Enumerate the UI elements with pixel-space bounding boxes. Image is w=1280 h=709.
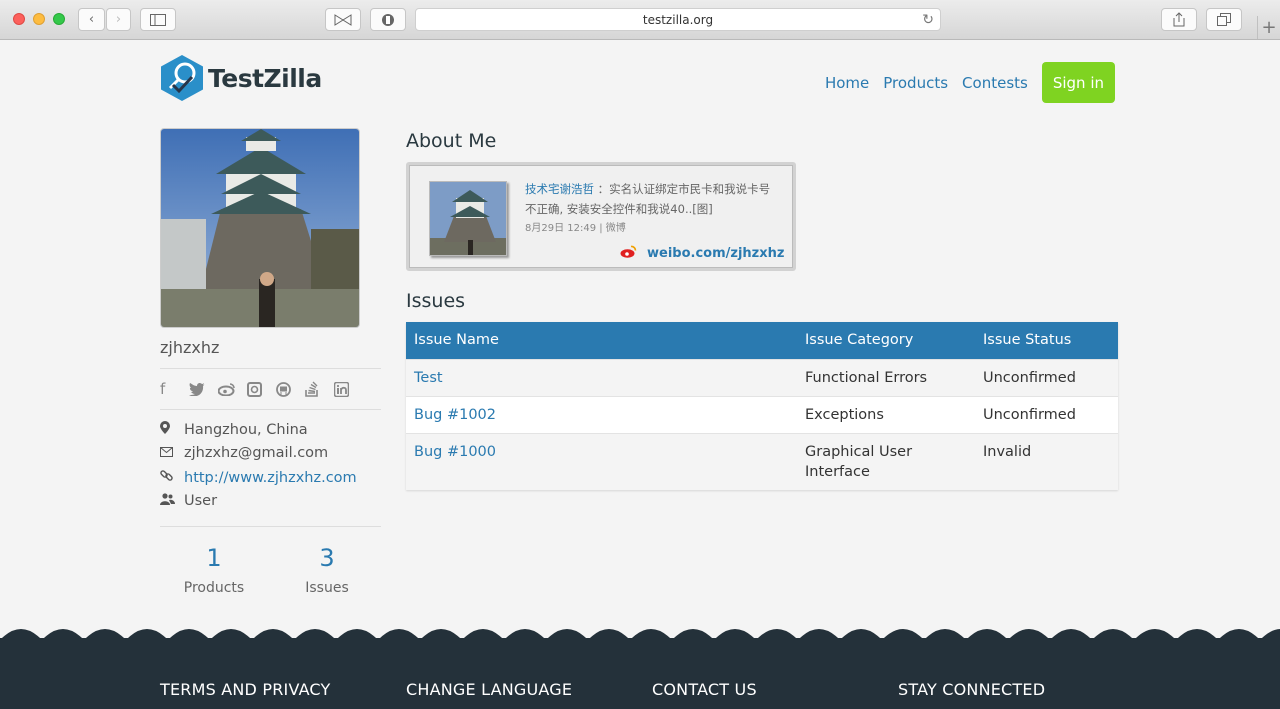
issue-link[interactable]: Bug #1002	[414, 407, 496, 423]
shield-icon	[382, 13, 394, 26]
divider	[160, 368, 381, 369]
issue-link[interactable]: Bug #1000	[414, 444, 496, 460]
weibo-link-text: weibo.com/zjhzxhz	[647, 245, 785, 261]
issues-heading: Issues	[406, 290, 466, 312]
logo-text: TestZilla	[208, 63, 322, 93]
issue-status-cell: Unconfirmed	[975, 358, 1118, 396]
issues-label: Issues	[305, 580, 349, 596]
sign-in-button[interactable]: Sign in	[1041, 62, 1115, 103]
issue-name-cell: Test	[406, 358, 797, 396]
weibo-post: 技术宅谢浩哲 ：实名认证绑定市民卡和我说卡号不正确, 安装安全控件和我说40..…	[525, 179, 775, 239]
weibo-profile-link[interactable]: weibo.com/zjhzxhz	[620, 244, 784, 262]
share-icon	[1173, 12, 1185, 27]
column-header-issue-name: Issue Name	[406, 322, 797, 359]
nav-contests[interactable]: Contests	[962, 74, 1028, 92]
products-stat[interactable]: 1 Products	[169, 544, 259, 596]
issues-table: Issue Name Issue Category Issue Status T…	[406, 322, 1118, 490]
avatar-photo	[161, 129, 359, 327]
forward-button[interactable]: ›	[106, 8, 131, 31]
issue-category-cell: Functional Errors	[797, 358, 975, 396]
facebook-icon[interactable]: f	[160, 380, 188, 398]
issue-status-cell: Invalid	[975, 432, 1118, 490]
column-header-issue-status: Issue Status	[975, 322, 1118, 359]
avatar	[160, 128, 360, 328]
products-label: Products	[183, 580, 245, 596]
weibo-author[interactable]: 技术宅谢浩哲	[525, 182, 594, 196]
email-text: zjhzxhz@gmail.com	[184, 445, 329, 461]
users-icon	[160, 493, 184, 509]
issue-name-cell: Bug #1002	[406, 395, 797, 433]
table-header-row: Issue Name Issue Category Issue Status	[406, 322, 1118, 359]
address-bar[interactable]: testzilla.org ↻	[415, 8, 941, 31]
site-logo[interactable]: TestZilla	[160, 54, 322, 102]
new-tab-button[interactable]: +	[1257, 16, 1280, 39]
issue-status-cell: Unconfirmed	[975, 395, 1118, 433]
username: zjhzxhz	[160, 338, 220, 357]
issue-category-cell: Graphical User Interface	[797, 432, 975, 490]
table-row: Test Functional Errors Unconfirmed	[406, 358, 1118, 396]
social-links: f	[160, 380, 363, 398]
minimize-window-button[interactable]	[33, 13, 45, 25]
close-window-button[interactable]	[13, 13, 25, 25]
products-count: 1	[206, 544, 222, 572]
footer-change-language[interactable]: CHANGE LANGUAGE	[406, 680, 572, 699]
table-row: Bug #1000 Graphical User Interface Inval…	[406, 432, 1118, 490]
extension-button[interactable]	[325, 8, 361, 31]
browser-toolbar: ‹ › testzilla.org ↻ +	[0, 0, 1280, 40]
stackoverflow-icon[interactable]	[305, 380, 333, 398]
testzilla-logo-icon	[161, 55, 203, 101]
sidebar-toggle-button[interactable]	[140, 8, 176, 31]
role-text: User	[184, 493, 218, 509]
weibo-logo-icon	[620, 244, 637, 262]
plus-icon: +	[1261, 17, 1277, 38]
tabs-overview-button[interactable]	[1206, 8, 1242, 31]
footer-contact-us[interactable]: CONTACT US	[652, 680, 757, 699]
about-me-heading: About Me	[406, 130, 497, 152]
weibo-icon[interactable]	[218, 380, 246, 398]
url-text: testzilla.org	[642, 12, 714, 27]
bow-tie-icon	[334, 13, 352, 26]
envelope-icon	[160, 446, 184, 461]
email-row: zjhzxhz@gmail.com	[160, 445, 328, 461]
issues-stat[interactable]: 3 Issues	[282, 544, 372, 596]
divider	[160, 409, 381, 410]
chevron-right-icon: ›	[115, 12, 122, 27]
chevron-left-icon: ‹	[88, 12, 95, 27]
location-text: Hangzhou, China	[184, 421, 308, 438]
reload-icon[interactable]: ↻	[922, 12, 934, 28]
weibo-meta: 8月29日 12:49 | 微博	[525, 223, 626, 234]
issue-name-cell: Bug #1000	[406, 432, 797, 490]
map-marker-icon	[160, 421, 184, 438]
issue-link[interactable]: Test	[414, 370, 443, 386]
tabs-icon	[1217, 13, 1231, 26]
twitter-icon[interactable]	[189, 380, 217, 398]
instagram-icon[interactable]	[247, 380, 275, 398]
footer: TERMS AND PRIVACY CHANGE LANGUAGE CONTAC…	[0, 620, 1280, 709]
main-nav: Home Products Contests Sign in	[811, 62, 1115, 103]
column-header-issue-category: Issue Category	[797, 322, 975, 359]
share-button[interactable]	[1161, 8, 1197, 31]
divider	[160, 526, 381, 527]
footer-stay-connected[interactable]: STAY CONNECTED	[898, 680, 1045, 699]
privacy-button[interactable]	[370, 8, 406, 31]
table-row: Bug #1002 Exceptions Unconfirmed	[406, 395, 1118, 433]
location-row: Hangzhou, China	[160, 421, 308, 438]
role-row: User	[160, 493, 217, 509]
nav-home[interactable]: Home	[825, 74, 869, 92]
linkedin-icon[interactable]	[334, 380, 362, 398]
issue-category-cell: Exceptions	[797, 395, 975, 433]
weibo-widget[interactable]: 技术宅谢浩哲 ：实名认证绑定市民卡和我说卡号不正确, 安装安全控件和我说40..…	[406, 162, 796, 271]
weibo-thumbnail	[429, 181, 507, 256]
link-icon	[160, 469, 184, 486]
back-button[interactable]: ‹	[78, 8, 105, 31]
zoom-window-button[interactable]	[53, 13, 65, 25]
nav-products[interactable]: Products	[883, 74, 948, 92]
sidebar-icon	[150, 13, 166, 26]
website-row: http://www.zjhzxhz.com	[160, 469, 357, 486]
website-link[interactable]: http://www.zjhzxhz.com	[184, 470, 357, 486]
issues-count: 3	[319, 544, 335, 572]
footer-terms-and-privacy[interactable]: TERMS AND PRIVACY	[160, 680, 331, 699]
github-icon[interactable]	[276, 380, 304, 398]
